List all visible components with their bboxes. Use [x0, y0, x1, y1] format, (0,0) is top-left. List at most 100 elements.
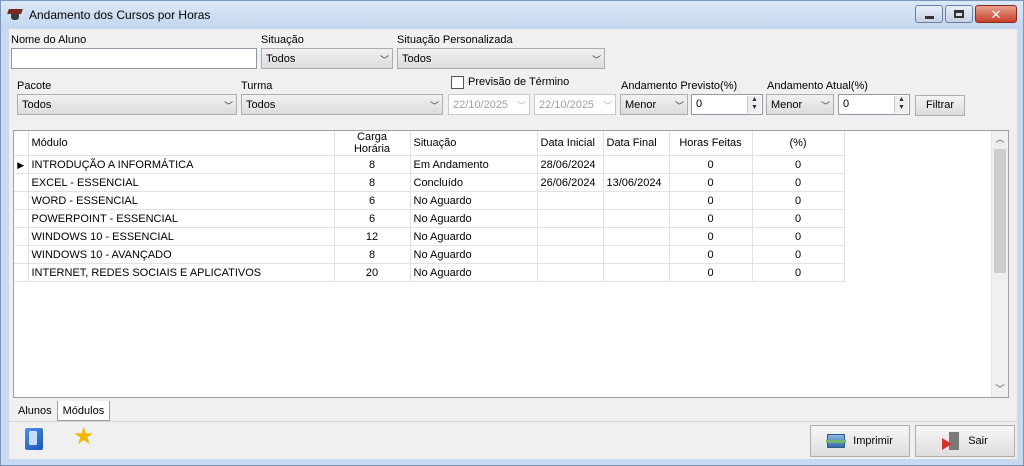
col-header-modulo[interactable]: Módulo [28, 131, 335, 156]
cell-data-final[interactable] [603, 155, 670, 174]
modules-grid[interactable]: Módulo Carga Horária Situação Data Inici… [13, 130, 1009, 398]
cell-modulo[interactable]: INTERNET, REDES SOCIAIS E APLICATIVOS [28, 263, 335, 282]
nome-aluno-input[interactable] [11, 48, 257, 69]
cell-percent[interactable]: 0 [752, 245, 845, 264]
cell-situacao[interactable]: Concluído [410, 173, 538, 192]
spinner-arrows-icon[interactable]: ▲ ▼ [747, 96, 761, 113]
cell-carga[interactable]: 8 [334, 245, 411, 264]
maximize-button[interactable] [945, 5, 973, 23]
previsao-termino-checkbox[interactable] [451, 76, 464, 89]
situacao-select[interactable]: Todos ﹀ [261, 48, 393, 69]
cell-modulo[interactable]: EXCEL - ESSENCIAL [28, 173, 335, 192]
previsao-date-from[interactable]: 22/10/2025 ﹀ [448, 94, 530, 115]
cell-percent[interactable]: 0 [752, 173, 845, 192]
pacote-value: Todos [22, 99, 52, 111]
filtrar-button[interactable]: Filtrar [915, 95, 965, 116]
pacote-select[interactable]: Todos ﹀ [17, 94, 237, 115]
book-icon[interactable] [25, 428, 43, 450]
col-header-percent[interactable]: (%) [752, 131, 845, 156]
table-row[interactable]: POWERPOINT - ESSENCIAL 6 No Aguardo 0 0 [14, 209, 845, 228]
window-title: Andamento dos Cursos por Horas [29, 8, 211, 22]
table-row[interactable]: ▶ INTRODUÇÃO A INFORMÁTICA 8 Em Andamento 28… [14, 155, 845, 174]
cell-horas[interactable]: 0 [669, 245, 753, 264]
col-header-horas[interactable]: Horas Feitas [669, 131, 753, 156]
scroll-thumb[interactable] [994, 149, 1006, 273]
minimize-button[interactable] [915, 5, 943, 23]
cell-data-final[interactable] [603, 227, 670, 246]
cell-horas[interactable]: 0 [669, 227, 753, 246]
close-button[interactable]: ✕ [975, 5, 1017, 23]
andamento-atual-spinner[interactable]: 0 ▲ ▼ [838, 94, 910, 115]
andamento-atual-value: 0 [843, 98, 850, 110]
cell-percent[interactable]: 0 [752, 227, 845, 246]
chevron-down-icon: ﹀ [591, 55, 601, 65]
cell-situacao[interactable]: No Aguardo [410, 191, 538, 210]
row-indicator [14, 173, 29, 192]
table-row[interactable]: WORD - ESSENCIAL 6 No Aguardo 0 0 [14, 191, 845, 210]
table-row[interactable]: INTERNET, REDES SOCIAIS E APLICATIVOS 20 N… [14, 263, 845, 282]
spinner-arrows-icon[interactable]: ▲ ▼ [894, 96, 908, 113]
cell-situacao[interactable]: No Aguardo [410, 209, 538, 228]
tab-modulos[interactable]: Módulos [56, 401, 111, 421]
cell-carga[interactable]: 12 [334, 227, 411, 246]
cell-situacao[interactable]: Em Andamento [410, 155, 538, 174]
cell-percent[interactable]: 0 [752, 191, 845, 210]
cell-carga[interactable]: 6 [334, 191, 411, 210]
col-header-data-inicial[interactable]: Data Inicial [537, 131, 604, 156]
cell-modulo[interactable]: INTRODUÇÃO A INFORMÁTICA [28, 155, 335, 174]
scroll-down-icon[interactable]: ﹀ [992, 381, 1008, 397]
table-row[interactable]: EXCEL - ESSENCIAL 8 Concluído 26/06/2024 13/… [14, 173, 845, 192]
cell-carga[interactable]: 6 [334, 209, 411, 228]
turma-select[interactable]: Todos ﹀ [241, 94, 443, 115]
andamento-previsto-spinner[interactable]: 0 ▲ ▼ [691, 94, 763, 115]
star-icon[interactable]: ★ [73, 424, 95, 450]
cell-data-final[interactable] [603, 209, 670, 228]
andamento-atual-operator[interactable]: Menor ﹀ [766, 94, 834, 115]
col-header-data-final[interactable]: Data Final [603, 131, 670, 156]
col-header-carga[interactable]: Carga Horária [334, 131, 411, 156]
cell-situacao[interactable]: No Aguardo [410, 245, 538, 264]
cell-data-inicial[interactable] [537, 227, 604, 246]
andamento-previsto-operator[interactable]: Menor ﹀ [620, 94, 688, 115]
vertical-scrollbar[interactable]: ︿ ﹀ [991, 131, 1008, 397]
cell-data-inicial[interactable]: 26/06/2024 [537, 173, 604, 192]
table-row[interactable]: WINDOWS 10 - ESSENCIAL 12 No Aguardo 0 0 [14, 227, 845, 246]
chevron-down-icon: ﹀ [602, 101, 612, 111]
cell-modulo[interactable]: WINDOWS 10 - ESSENCIAL [28, 227, 335, 246]
cell-data-inicial[interactable] [537, 245, 604, 264]
cell-carga[interactable]: 8 [334, 155, 411, 174]
minimize-icon [924, 15, 934, 19]
cell-percent[interactable]: 0 [752, 263, 845, 282]
table-row[interactable]: WINDOWS 10 - AVANÇADO 8 No Aguardo 0 0 [14, 245, 845, 264]
scroll-up-icon[interactable]: ︿ [992, 131, 1008, 147]
cell-carga[interactable]: 8 [334, 173, 411, 192]
cell-data-final[interactable]: 13/06/2024 [603, 173, 670, 192]
cell-horas[interactable]: 0 [669, 173, 753, 192]
cell-horas[interactable]: 0 [669, 155, 753, 174]
cell-horas[interactable]: 0 [669, 263, 753, 282]
cell-horas[interactable]: 0 [669, 209, 753, 228]
situacao-personalizada-select[interactable]: Todos ﹀ [397, 48, 605, 69]
imprimir-button[interactable]: Imprimir [810, 425, 910, 457]
cell-situacao[interactable]: No Aguardo [410, 263, 538, 282]
cell-percent[interactable]: 0 [752, 155, 845, 174]
cell-data-final[interactable] [603, 191, 670, 210]
cell-horas[interactable]: 0 [669, 191, 753, 210]
cell-situacao[interactable]: No Aguardo [410, 227, 538, 246]
cell-data-inicial[interactable] [537, 209, 604, 228]
col-header-situacao[interactable]: Situação [410, 131, 538, 156]
tab-alunos[interactable]: Alunos [13, 401, 57, 421]
cell-percent[interactable]: 0 [752, 209, 845, 228]
title-bar[interactable]: Andamento dos Cursos por Horas ✕ [1, 1, 1023, 29]
cell-modulo[interactable]: WINDOWS 10 - AVANÇADO [28, 245, 335, 264]
cell-modulo[interactable]: WORD - ESSENCIAL [28, 191, 335, 210]
sair-button[interactable]: Sair [915, 425, 1015, 457]
cell-data-inicial[interactable] [537, 263, 604, 282]
cell-data-final[interactable] [603, 245, 670, 264]
cell-data-inicial[interactable]: 28/06/2024 [537, 155, 604, 174]
cell-modulo[interactable]: POWERPOINT - ESSENCIAL [28, 209, 335, 228]
cell-data-final[interactable] [603, 263, 670, 282]
cell-data-inicial[interactable] [537, 191, 604, 210]
cell-carga[interactable]: 20 [334, 263, 411, 282]
previsao-date-to[interactable]: 22/10/2025 ﹀ [534, 94, 616, 115]
